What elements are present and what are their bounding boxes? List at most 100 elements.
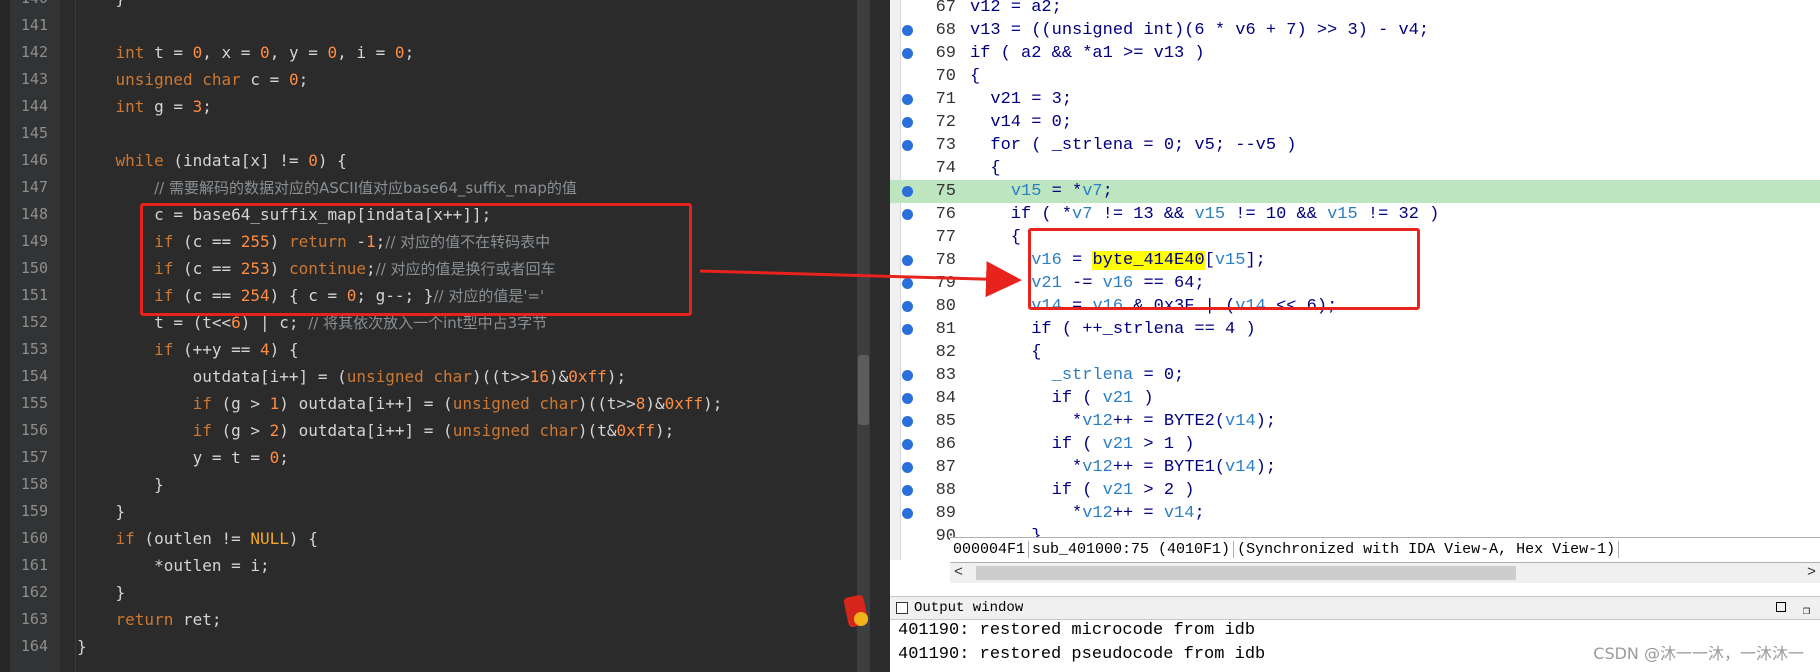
pseudocode-line[interactable]: 84 if ( v21 ) [890, 387, 1820, 410]
code-text: } [77, 475, 164, 494]
breakpoint-dot-icon[interactable] [902, 370, 913, 381]
breakpoint-dot-icon[interactable] [902, 508, 913, 519]
breakpoint-dot-icon[interactable] [902, 48, 913, 59]
pseudocode-line[interactable]: 81 if ( ++_strlena == 4 ) [890, 318, 1820, 341]
breakpoint-dot-icon[interactable] [902, 324, 913, 335]
line-number: 67 [935, 0, 956, 17]
breakpoint-dot-icon[interactable] [902, 25, 913, 36]
output-line: 401190: restored microcode from idb [898, 621, 1256, 640]
breakpoint-dot-icon[interactable] [902, 462, 913, 473]
code-text: v13 = ((unsigned int)(6 * v6 + 7) >> 3) … [970, 21, 1430, 40]
code-text: // 需要解码的数据对应的ASCII值对应base64_suffix_map的值 [154, 179, 577, 197]
code-text: } [77, 0, 126, 12]
code-text: if ( a2 && *a1 >= v13 ) [970, 44, 1205, 63]
line-number: 71 [935, 90, 956, 109]
maximize-icon[interactable] [1776, 602, 1786, 612]
code-text: *v12++ = BYTE2(v14); [970, 412, 1277, 431]
breakpoint-dot-icon[interactable] [902, 393, 913, 404]
annotation-box-ida [1028, 228, 1420, 310]
scroll-right-icon[interactable]: > [1807, 563, 1816, 583]
line-number: 82 [935, 343, 956, 362]
pseudocode-line[interactable]: 85 *v12++ = BYTE2(v14); [890, 410, 1820, 433]
status-address: 000004F1 [950, 541, 1030, 558]
source-editor: 140 } 141 142 int t = 0, x = 0, y = 0, i =… [0, 0, 870, 672]
pseudocode-line[interactable]: 71 v21 = 3; [890, 88, 1820, 111]
code-text: outdata[i++] = (unsigned char)((t>>16)&0… [77, 367, 627, 386]
code-text: { [970, 67, 981, 86]
breakpoint-dot-icon[interactable] [902, 278, 913, 289]
pseudocode-line[interactable]: 75 v15 = *v7; [890, 180, 1820, 203]
code-text: *outlen = i; [77, 556, 270, 575]
code-text: while (indata[x] != 0) { [115, 151, 347, 170]
breakpoint-dot-icon[interactable] [902, 94, 913, 105]
pseudocode-line[interactable]: 67 v12 = a2; [890, 0, 1820, 19]
line-number: 155 [20, 394, 48, 412]
pseudocode-line[interactable]: 76 if ( *v7 != 13 && v15 != 10 && v15 !=… [890, 203, 1820, 226]
code-text: if ( ++_strlena == 4 ) [970, 320, 1256, 339]
line-number: 76 [935, 205, 956, 224]
horizontal-scroll-thumb[interactable] [976, 566, 1516, 580]
code-text: } [77, 502, 126, 521]
pseudocode-line[interactable]: 89 *v12++ = v14; [890, 502, 1820, 525]
line-number: 68 [935, 21, 956, 40]
breakpoint-dot-icon[interactable] [902, 301, 913, 312]
line-number: 159 [20, 502, 48, 520]
scroll-left-icon[interactable]: < [954, 563, 963, 583]
pseudocode-line[interactable]: 83 _strlena = 0; [890, 364, 1820, 387]
pseudocode-line[interactable]: 70 { [890, 65, 1820, 88]
line-number: 88 [935, 481, 956, 500]
breakpoint-dot-icon[interactable] [902, 140, 913, 151]
line-number: 160 [20, 529, 48, 547]
line-number: 80 [935, 297, 956, 316]
code-text: int t = 0, x = 0, y = 0, i = 0; [115, 43, 415, 62]
code-text: for ( _strlena = 0; v5; --v5 ) [970, 136, 1297, 155]
indent-guide [75, 0, 76, 672]
pseudocode-line[interactable]: 69 if ( a2 && *a1 >= v13 ) [890, 42, 1820, 65]
breakpoint-dot-icon[interactable] [902, 209, 913, 220]
code-text: *v12++ = v14; [970, 504, 1205, 523]
breakpoint-dot-icon[interactable] [902, 439, 913, 450]
line-number: 140 [0, 0, 48, 12]
pseudocode-line[interactable]: 74 { [890, 157, 1820, 180]
line-number: 148 [20, 205, 48, 223]
line-number: 145 [20, 124, 48, 142]
line-number: 157 [20, 448, 48, 466]
breakpoint-dot-icon[interactable] [902, 416, 913, 427]
restore-icon[interactable]: ❐ [1803, 600, 1810, 622]
breakpoint-dot-icon[interactable] [902, 485, 913, 496]
editor-vertical-scrollbar[interactable] [857, 0, 870, 672]
code-text: return ret; [115, 610, 222, 629]
breakpoint-dot-icon[interactable] [902, 255, 913, 266]
pseudocode-line[interactable]: 82 { [890, 341, 1820, 364]
line-number: 146 [20, 151, 48, 169]
line-number: 72 [935, 113, 956, 132]
line-number: 69 [935, 44, 956, 63]
line-number: 85 [935, 412, 956, 431]
pseudocode-line[interactable]: 86 if ( v21 > 1 ) [890, 433, 1820, 456]
line-number: 158 [20, 475, 48, 493]
code-text: if ( v21 > 1 ) [970, 435, 1195, 454]
red-envelope-icon[interactable] [842, 590, 870, 636]
horizontal-scrollbar[interactable]: < > [950, 563, 1820, 583]
pseudocode-line[interactable]: 73 for ( _strlena = 0; v5; --v5 ) [890, 134, 1820, 157]
pseudocode-line[interactable]: 88 if ( v21 > 2 ) [890, 479, 1820, 502]
pseudocode-line[interactable]: 68 v13 = ((unsigned int)(6 * v6 + 7) >> 3… [890, 19, 1820, 42]
code-text: if ( v21 > 2 ) [970, 481, 1195, 500]
pseudocode-line[interactable]: 87 *v12++ = BYTE1(v14); [890, 456, 1820, 479]
line-number: 142 [20, 43, 48, 61]
breakpoint-dot-icon[interactable] [902, 117, 913, 128]
line-number: 86 [935, 435, 956, 454]
breakpoint-dot-icon[interactable] [902, 186, 913, 197]
line-number: 151 [20, 286, 48, 304]
line-number: 84 [935, 389, 956, 408]
line-number: 152 [20, 313, 48, 331]
editor-scroll-thumb[interactable] [858, 355, 869, 425]
pseudocode-line[interactable]: 72 v14 = 0; [890, 111, 1820, 134]
line-number: 143 [20, 70, 48, 88]
line-number: 89 [935, 504, 956, 523]
line-number: 161 [20, 556, 48, 574]
code-text: y = t = 0; [77, 448, 289, 467]
code-text: v14 = 0; [970, 113, 1073, 132]
csdn-watermark: CSDN @沐一一沐，一沐沐一 [1593, 644, 1804, 663]
line-number: 78 [935, 251, 956, 270]
